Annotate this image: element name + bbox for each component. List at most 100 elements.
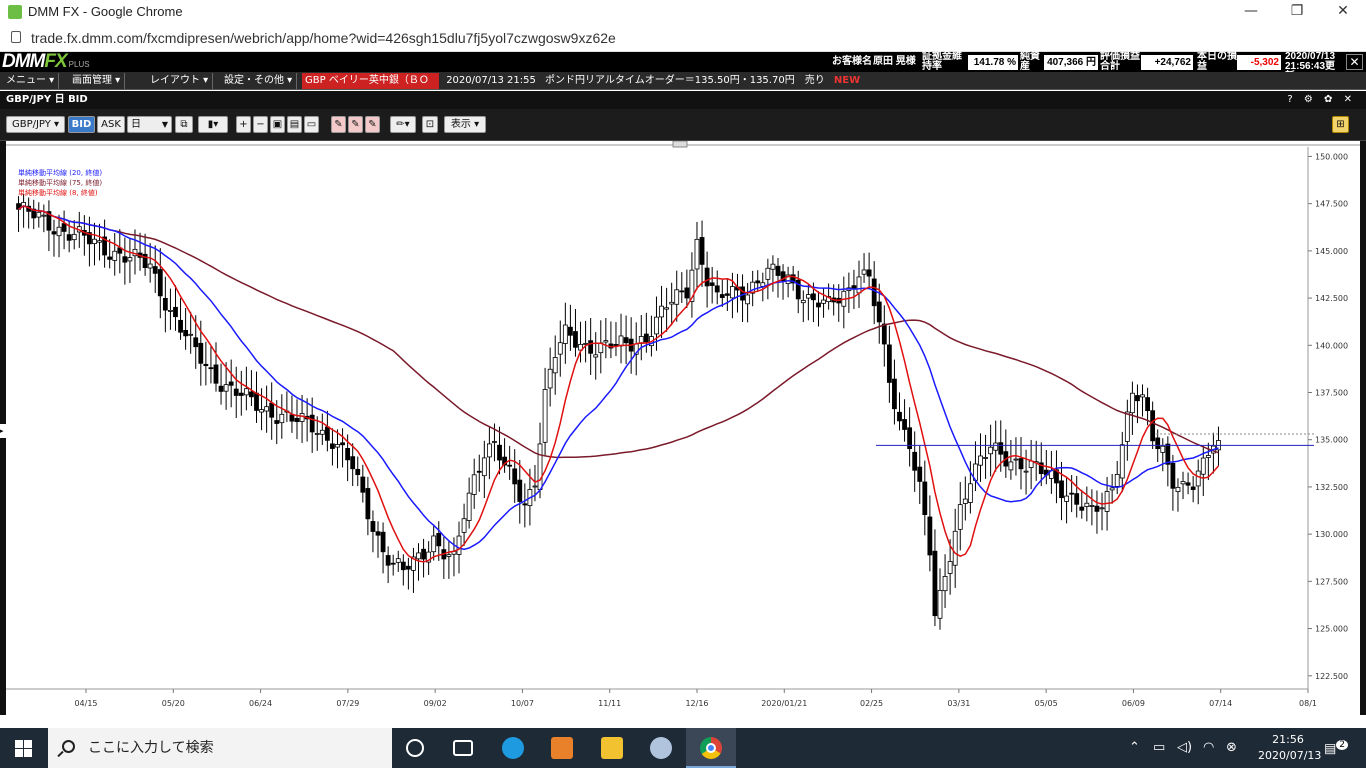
app-close-icon[interactable]: ✕ [1346, 54, 1363, 70]
windows-start-icon[interactable] [15, 740, 32, 757]
order-cancel-icon[interactable]: ✎ [365, 116, 380, 133]
address-bar[interactable]: trade.fx.dmm.com/fxcmdipresen/webrich/ap… [0, 24, 1366, 52]
candle-body [674, 289, 680, 305]
display-menu[interactable]: 表示 ▾ [444, 116, 486, 133]
screenshot-icon[interactable]: ⊡ [422, 116, 438, 133]
settings-button[interactable]: 設定・その他 ▾ [220, 73, 298, 89]
candle-body [1180, 481, 1186, 485]
copy-icon[interactable]: ⧉ [175, 116, 193, 133]
ime-icon[interactable]: ⊗ [1226, 740, 1237, 755]
window-icon[interactable]: ▭ [304, 116, 319, 133]
taskbar-search[interactable]: ここに入力して検索 [48, 728, 392, 768]
order-icon[interactable]: ✎ [331, 116, 346, 133]
candle-body [593, 354, 599, 358]
candle-body [152, 266, 158, 274]
expand-left-icon[interactable]: ▸ [0, 424, 6, 438]
grid-icon[interactable]: ▤ [287, 116, 302, 133]
candle-body [532, 485, 538, 488]
candle-body [1008, 461, 1014, 471]
menu-button[interactable]: メニュー ▾ [2, 73, 60, 89]
video-app-icon[interactable] [551, 737, 573, 759]
ask-button[interactable]: ASK [97, 116, 125, 133]
screen-manage-button[interactable]: 画面管理 ▾ [68, 73, 126, 89]
candle-body [370, 521, 376, 532]
settings-grid-icon[interactable]: ⊞ [1332, 116, 1349, 133]
battery-icon[interactable]: ▭ [1153, 740, 1165, 755]
maximize-icon[interactable]: ❐ [1274, 0, 1320, 24]
notification-icon[interactable]: ▤ 2 [1324, 740, 1349, 756]
candle-body [122, 256, 128, 263]
news-ticker[interactable]: GBP ベイリー英中銀（ＢＯ 2020/07/13 21:55 ポンド円リアルタ… [302, 73, 860, 89]
y-tick-label: 150.000 [1315, 152, 1348, 161]
candle-body [917, 466, 923, 482]
candle-body [486, 443, 492, 458]
candle-body [876, 301, 882, 323]
chrome-taskbar-button[interactable] [686, 728, 736, 768]
layout-button[interactable]: レイアウト ▾ [146, 73, 214, 89]
candle-body [233, 388, 239, 396]
candle-body [385, 555, 391, 566]
draw-tool-icon[interactable]: ✏▾ [390, 116, 416, 133]
candle-body [684, 287, 690, 299]
clock-date: 2020/07/13 [1258, 749, 1322, 762]
candle-body [157, 269, 163, 297]
today-pl-value: -5,302 円 [1237, 55, 1281, 83]
candle-body [805, 294, 811, 299]
candle-body [1089, 505, 1095, 507]
pair-select[interactable]: GBP/JPY ▾ [6, 116, 65, 133]
collapse-handle[interactable] [672, 141, 688, 148]
candle-body [643, 333, 649, 343]
bid-button[interactable]: BID [68, 116, 95, 133]
price-chart[interactable]: 150.000 147.500 145.000 142.500 140.000 137.5… [6, 141, 1360, 715]
system-clock[interactable]: 21:56 2020/07/13 [1258, 732, 1322, 764]
close-window-icon[interactable]: ✕ [1320, 0, 1366, 24]
candle-body [431, 535, 437, 553]
candle-body [481, 457, 487, 477]
candle-body [309, 414, 315, 433]
period-select[interactable]: 日 ▼ [127, 116, 172, 133]
x-tick-label: 07/29 [336, 699, 359, 708]
candle-body [1099, 507, 1105, 510]
candle-body [1185, 482, 1191, 486]
chart-type-icon[interactable]: ▮▾ [198, 116, 228, 133]
minimize-icon[interactable]: — [1228, 0, 1274, 24]
file-explorer-icon[interactable] [601, 737, 623, 759]
edge-icon[interactable] [502, 737, 524, 759]
candle-body [542, 389, 548, 443]
candle-body [562, 324, 568, 344]
paint-icon[interactable] [650, 737, 672, 759]
panel-controls[interactable]: ? ⚙ ✿ ✕ [1287, 91, 1356, 109]
x-tick-label: 11/11 [598, 699, 621, 708]
url-text[interactable]: trade.fx.dmm.com/fxcmdipresen/webrich/ap… [31, 30, 616, 46]
volume-icon[interactable]: ◁) [1177, 740, 1192, 755]
candle-body [471, 474, 477, 495]
clock-time: 21:56 [1272, 733, 1304, 746]
candle-body [568, 326, 573, 336]
candle-body [360, 476, 366, 493]
candle-body [335, 444, 340, 448]
zoom-in-icon[interactable]: + [236, 116, 251, 133]
task-view-icon[interactable] [453, 740, 473, 756]
chart-area[interactable]: 150.000 147.500 145.000 142.500 140.000 137.5… [0, 141, 1366, 715]
y-tick-label: 125.000 [1315, 625, 1348, 634]
wifi-icon[interactable]: ◠ [1203, 740, 1214, 755]
candle-body [775, 265, 781, 276]
fit-icon[interactable]: ▣ [270, 116, 285, 133]
order-edit-icon[interactable]: ✎ [348, 116, 363, 133]
candle-body [902, 419, 907, 430]
legend-entry: 単純移動平均線 (75, 終値) [18, 178, 102, 187]
candle-body [537, 443, 543, 491]
y-tick-label: 135.000 [1315, 436, 1348, 445]
candle-body [821, 299, 826, 304]
candle-body [993, 442, 999, 451]
candle-body [223, 384, 229, 392]
tray-chevron-icon[interactable]: ⌃ [1129, 740, 1140, 755]
candle-body [147, 263, 153, 269]
candle-body [476, 470, 482, 473]
candle-body [603, 340, 609, 343]
chrome-icon-center [706, 743, 716, 753]
cortana-icon[interactable] [406, 739, 424, 757]
x-tick-label: 09/02 [424, 699, 447, 708]
x-tick-label: 06/24 [249, 699, 272, 708]
zoom-out-icon[interactable]: − [253, 116, 268, 133]
